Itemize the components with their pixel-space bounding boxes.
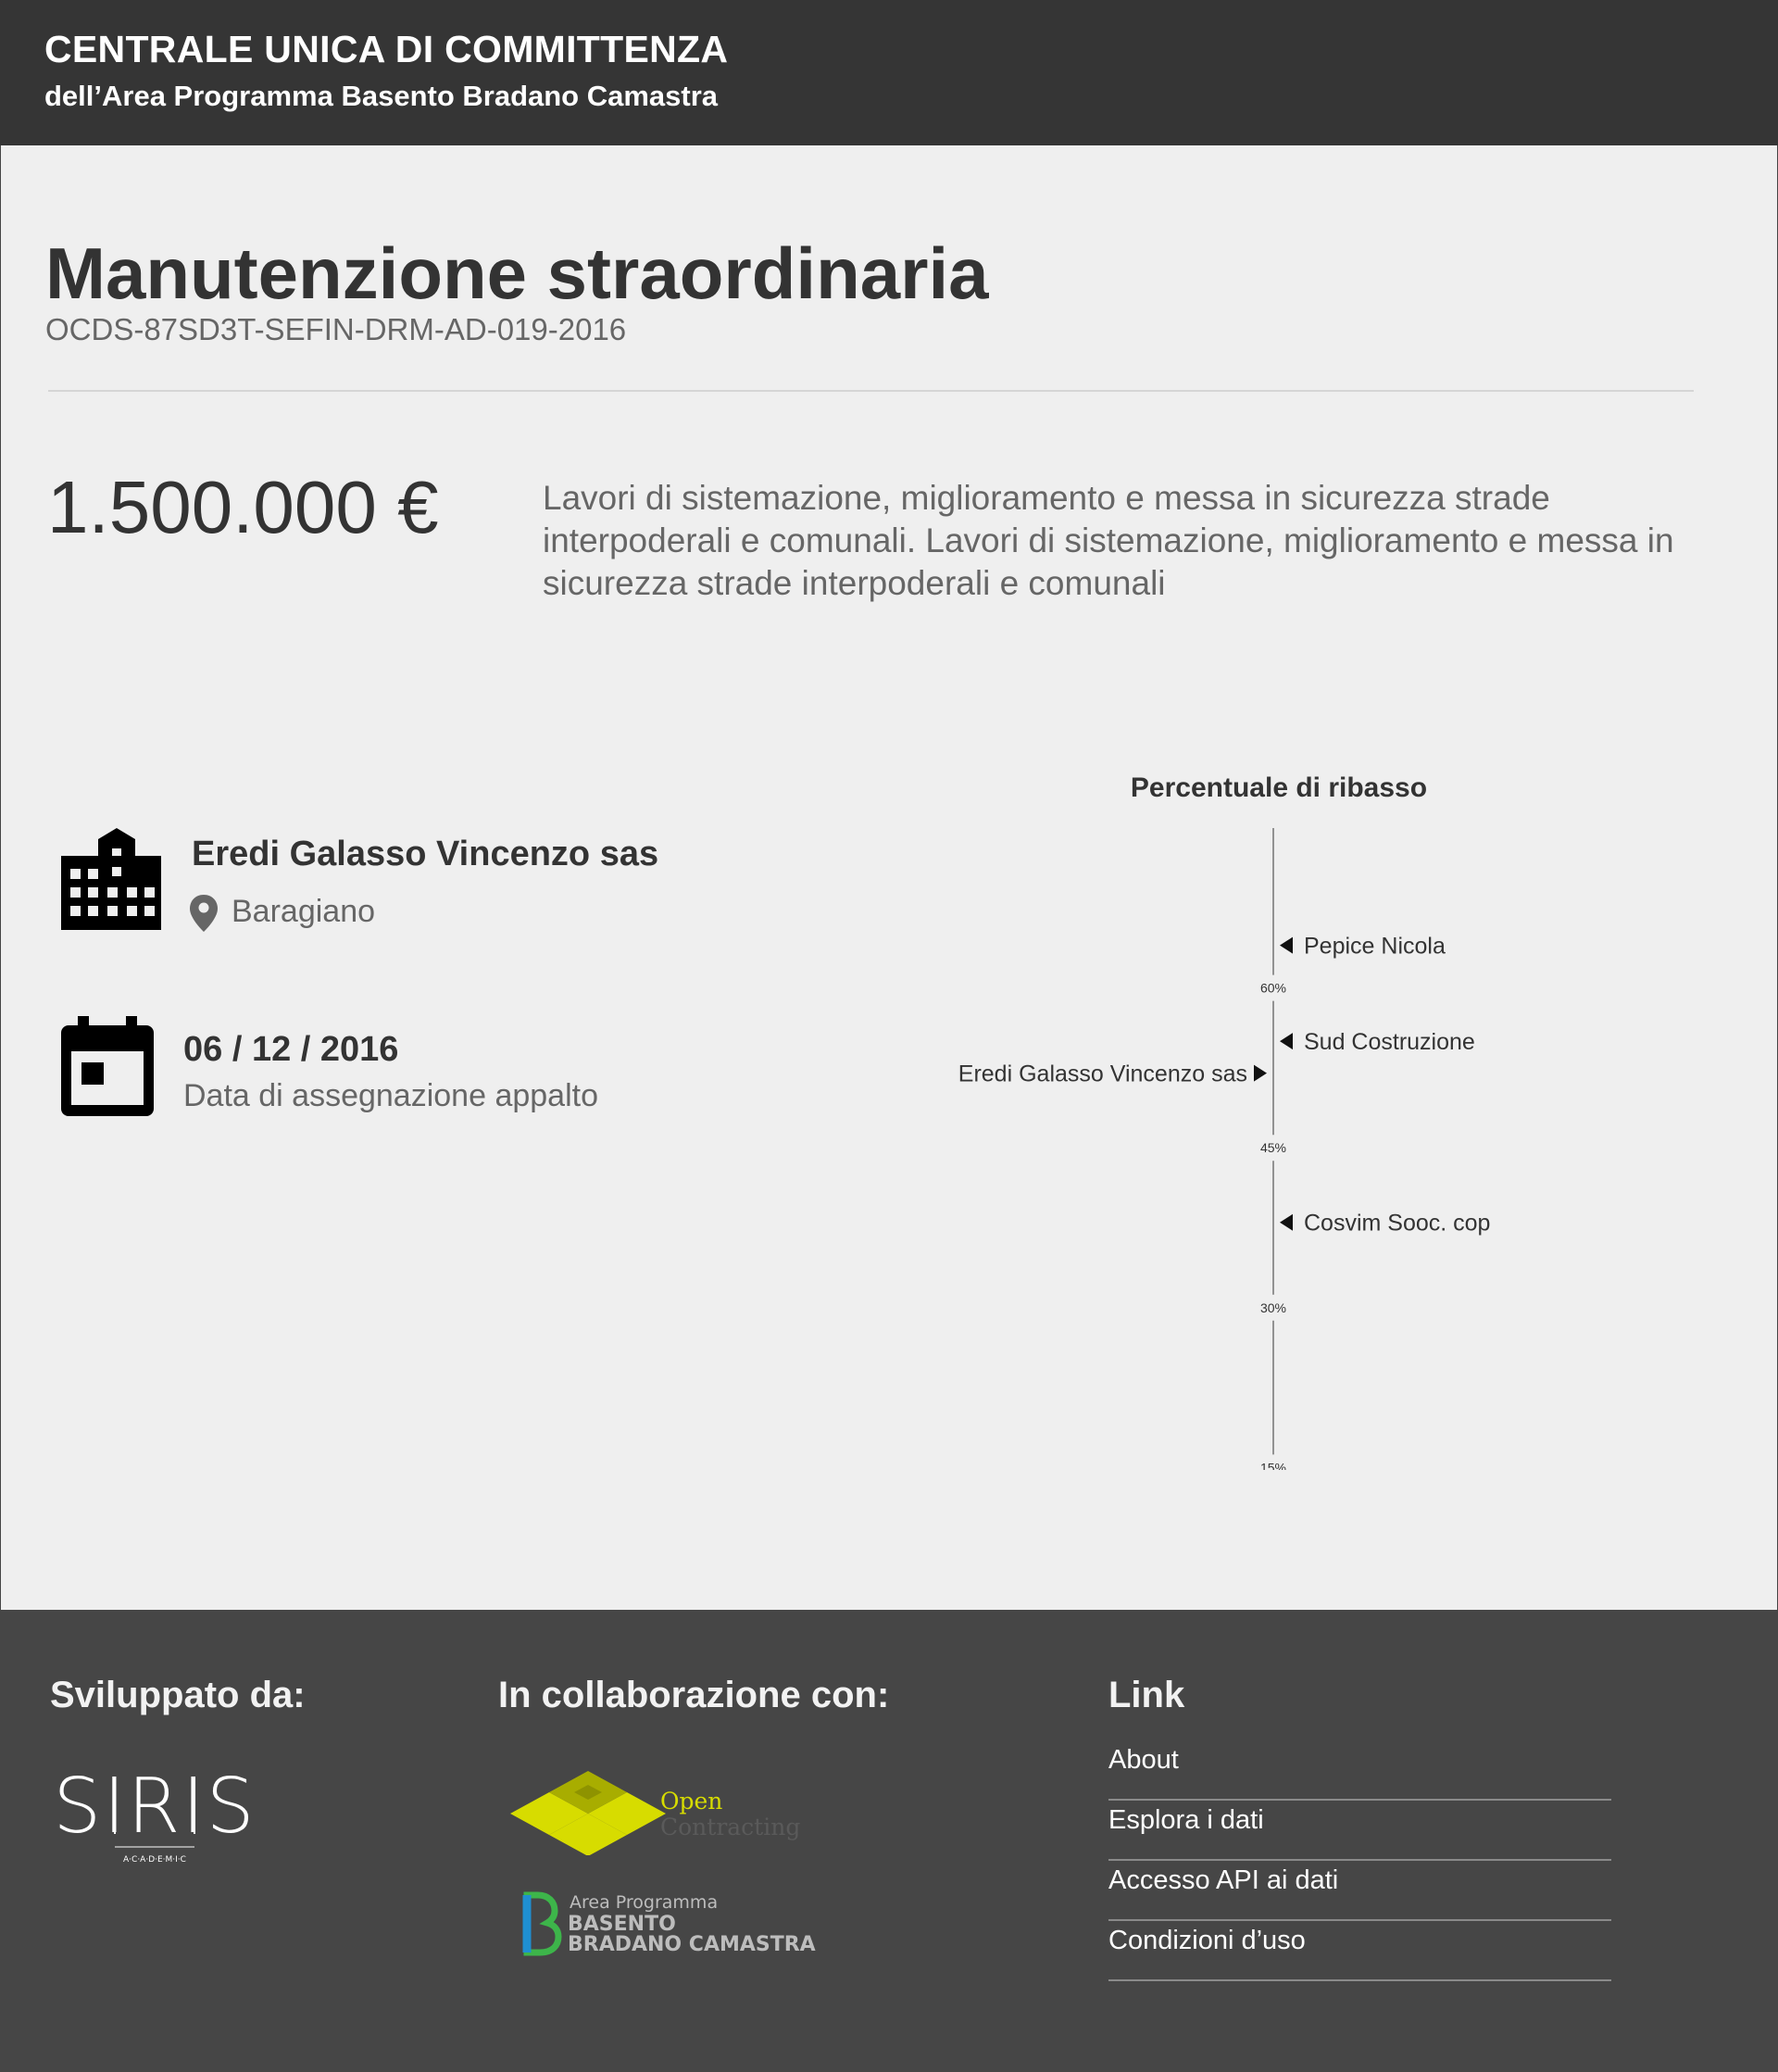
chart-tick-label: 45% xyxy=(1260,1140,1286,1155)
collaboration-heading: In collaborazione con: xyxy=(498,1675,890,1715)
chart-point-label: Cosvim Sooc. cop xyxy=(1304,1211,1490,1237)
winner-city: Baragiano xyxy=(232,894,376,929)
building-icon xyxy=(61,828,161,930)
tender-detail: Manutenzione straordinaria OCDS-87SD3T-S… xyxy=(0,145,1778,1610)
award-date: 06 / 12 / 2016 xyxy=(183,1030,399,1069)
chart-point-label: Eredi Galasso Vincenzo sas xyxy=(958,1061,1247,1087)
open-contracting-logo: Open Contracting xyxy=(510,1771,800,1855)
discount-chart: Percentuale di ribasso60%45%30%15%Aggiud… xyxy=(958,772,1491,1470)
siris-logo-text: SIRIS xyxy=(57,1767,252,1851)
chart-point-label: Sud Costruzione xyxy=(1304,1029,1475,1055)
divider xyxy=(48,390,1694,392)
developed-by-heading: Sviluppato da: xyxy=(50,1675,306,1715)
bbc-logo-line3: BRADANO CAMASTRA xyxy=(568,1933,816,1956)
links-heading: Link xyxy=(1108,1675,1185,1715)
chart-marker-winner xyxy=(1254,1064,1267,1082)
footer-link-terms[interactable]: Condizioni d’uso xyxy=(1108,1922,1611,1981)
site-title: CENTRALE UNICA DI COMMITTENZA xyxy=(44,28,729,70)
oc-logo-line2: Contracting xyxy=(660,1814,800,1840)
footer-link-api-access[interactable]: Accesso API ai dati xyxy=(1108,1862,1611,1921)
page-title: Manutenzione straordinaria xyxy=(45,232,989,314)
footer-link-about[interactable]: About xyxy=(1108,1741,1611,1801)
tender-amount: 1.500.000 € xyxy=(47,466,439,548)
tender-description: Lavori di sistemazione, miglioramento e … xyxy=(543,479,1674,602)
chart-title: Percentuale di ribasso xyxy=(1131,772,1427,803)
location-pin-icon xyxy=(190,895,218,932)
oc-logo-line1: Open xyxy=(660,1788,722,1815)
site-header: CENTRALE UNICA DI COMMITTENZA dell’Area … xyxy=(0,0,1778,145)
tender-code: OCDS-87SD3T-SEFIN-DRM-AD-019-2016 xyxy=(45,312,627,346)
chart-marker-bidder xyxy=(1280,1033,1293,1050)
winner-name: Eredi Galasso Vincenzo sas xyxy=(192,835,659,873)
siris-logo-sub: A·C·A·D·E·M·I·C xyxy=(123,1855,186,1865)
chart-tick-label: 60% xyxy=(1260,981,1286,996)
chart-tick-label: 30% xyxy=(1260,1300,1286,1315)
basento-bradano-camastra-logo: Area Programma BASENTO BRADANO CAMASTRA xyxy=(522,1891,816,1956)
chart-tick-label: 15% xyxy=(1260,1460,1286,1470)
siris-academic-logo: SIRIS A·C·A·D·E·M·I·C xyxy=(57,1767,252,1865)
award-date-label: Data di assegnazione appalto xyxy=(183,1078,598,1113)
chart-point-label: Pepice Nicola xyxy=(1304,934,1446,960)
site-subtitle: dell’Area Programma Basento Bradano Cama… xyxy=(44,80,719,112)
site-footer: Sviluppato da: In collaborazione con: Li… xyxy=(0,1610,1778,2072)
calendar-icon xyxy=(61,1016,154,1116)
footer-link-explore-data[interactable]: Esplora i dati xyxy=(1108,1802,1611,1861)
chart-marker-bidder xyxy=(1280,936,1293,954)
bbc-logo-line1: Area Programma xyxy=(570,1892,718,1913)
chart-marker-bidder xyxy=(1280,1213,1293,1231)
